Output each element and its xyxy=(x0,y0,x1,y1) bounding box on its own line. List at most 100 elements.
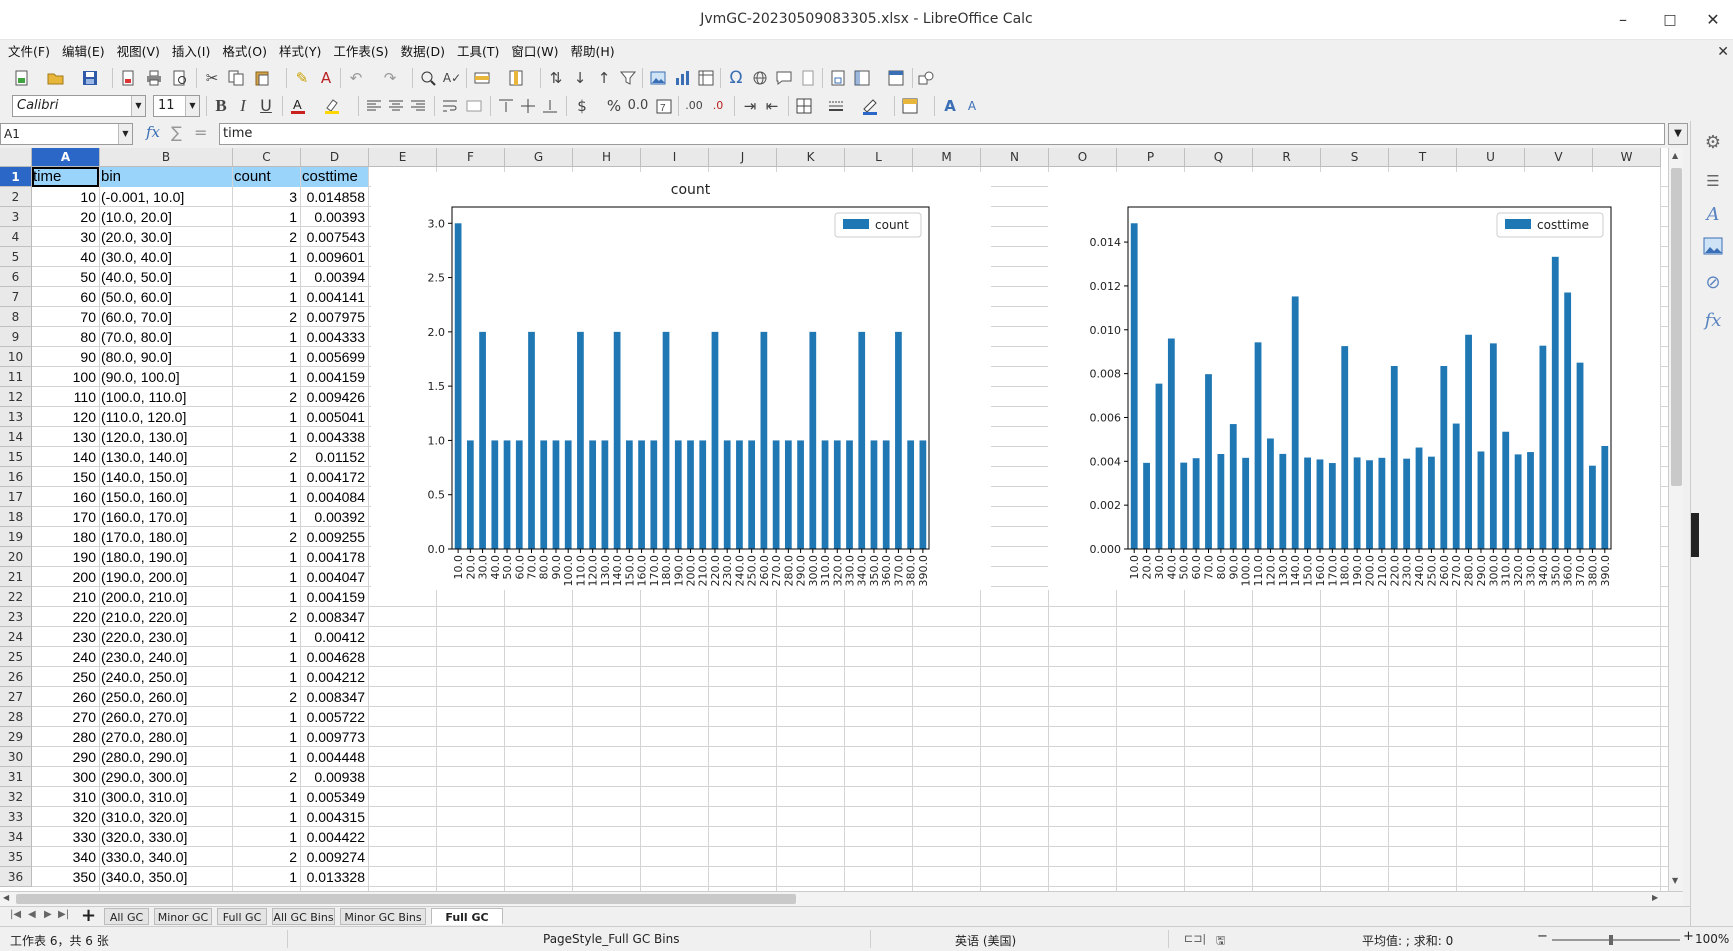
next-sheet-icon[interactable]: ▶ xyxy=(44,909,52,920)
row-header[interactable]: 21 xyxy=(0,567,32,587)
table-cell[interactable]: (300.0, 310.0] xyxy=(100,787,232,807)
table-cell[interactable]: (20.0, 30.0] xyxy=(100,227,232,247)
row-header[interactable]: 13 xyxy=(0,407,32,427)
row-header[interactable]: 5 xyxy=(0,247,32,267)
wrap-text-icon[interactable] xyxy=(440,96,460,116)
table-cell[interactable]: (50.0, 60.0] xyxy=(100,287,232,307)
column-header[interactable]: J xyxy=(709,148,777,167)
column-header[interactable]: P xyxy=(1117,148,1185,167)
column-header[interactable]: B xyxy=(100,148,233,167)
increase-font-icon[interactable]: A xyxy=(940,96,960,116)
sort-icon[interactable]: ⇅ xyxy=(546,68,566,88)
show-draw-functions-icon[interactable] xyxy=(916,68,936,88)
table-cell[interactable]: 1 xyxy=(233,247,300,267)
column-header[interactable]: I xyxy=(641,148,709,167)
hyperlink-icon[interactable] xyxy=(750,68,770,88)
insert-chart-icon[interactable] xyxy=(672,68,692,88)
table-cell[interactable]: (70.0, 80.0] xyxy=(100,327,232,347)
table-cell[interactable]: 0.007543 xyxy=(301,227,368,247)
row-header[interactable]: 23 xyxy=(0,607,32,627)
row-header[interactable]: 8 xyxy=(0,307,32,327)
vertical-scrollbar[interactable]: ▲ ▼ xyxy=(1668,148,1683,891)
zoom-slider-handle[interactable] xyxy=(1609,935,1613,945)
merge-cells-icon[interactable] xyxy=(464,96,484,116)
table-cell[interactable]: 1 xyxy=(233,547,300,567)
table-cell[interactable]: 350 xyxy=(32,867,99,887)
table-cell[interactable]: 1 xyxy=(233,667,300,687)
row-header[interactable]: 11 xyxy=(0,367,32,387)
row-header[interactable]: 18 xyxy=(0,507,32,527)
row-header[interactable]: 35 xyxy=(0,847,32,867)
table-cell[interactable]: 2 xyxy=(233,527,300,547)
table-cell[interactable]: 2 xyxy=(233,607,300,627)
copy-icon[interactable] xyxy=(226,68,246,88)
column-header[interactable]: K xyxy=(777,148,845,167)
center-vertically-icon[interactable] xyxy=(518,96,538,116)
table-cell[interactable]: 180 xyxy=(32,527,99,547)
table-cell[interactable]: 3 xyxy=(233,187,300,207)
delete-decimal-place-icon[interactable]: .0 xyxy=(708,96,728,116)
table-cell[interactable]: 120 xyxy=(32,407,99,427)
row-header[interactable]: 4 xyxy=(0,227,32,247)
border-color-icon[interactable] xyxy=(860,96,880,116)
table-cell[interactable]: 0.004047 xyxy=(301,567,368,587)
table-cell[interactable]: 0.009255 xyxy=(301,527,368,547)
column-header[interactable]: F xyxy=(437,148,505,167)
redo-icon[interactable]: ↷ xyxy=(380,68,400,88)
column-header[interactable]: C xyxy=(233,148,301,167)
prev-sheet-icon[interactable]: ◀ xyxy=(28,909,36,920)
table-cell[interactable]: 0.004448 xyxy=(301,747,368,767)
table-cell[interactable]: (120.0, 130.0] xyxy=(100,427,232,447)
row-header[interactable]: 15 xyxy=(0,447,32,467)
chevron-down-icon[interactable]: ▼ xyxy=(131,96,145,116)
split-window-icon[interactable] xyxy=(886,68,906,88)
row-icon[interactable] xyxy=(472,68,492,88)
table-cell[interactable]: 0.004178 xyxy=(301,547,368,567)
table-cell[interactable]: 80 xyxy=(32,327,99,347)
table-cell[interactable]: 0.007975 xyxy=(301,307,368,327)
table-cell[interactable]: 140 xyxy=(32,447,99,467)
table-cell[interactable]: 0.005041 xyxy=(301,407,368,427)
table-cell[interactable]: 1 xyxy=(233,367,300,387)
row-header[interactable]: 12 xyxy=(0,387,32,407)
tab-minor-gc-bins[interactable]: Minor GC Bins xyxy=(340,908,426,925)
table-cell[interactable]: 20 xyxy=(32,207,99,227)
column-icon[interactable] xyxy=(506,68,526,88)
new-document-icon[interactable] xyxy=(12,68,32,88)
sidebar-styles-icon[interactable]: A xyxy=(1701,203,1725,227)
table-cell[interactable]: 220 xyxy=(32,607,99,627)
function-wizard-icon[interactable]: fx xyxy=(146,123,160,141)
table-cell[interactable]: 0.00393 xyxy=(301,207,368,227)
align-right-icon[interactable] xyxy=(408,96,428,116)
horizontal-scrollbar[interactable]: ◀ ▶ xyxy=(0,891,1683,906)
formula-icon[interactable]: = xyxy=(194,123,207,142)
table-cell[interactable]: 2 xyxy=(233,387,300,407)
column-header[interactable]: L xyxy=(845,148,913,167)
table-cell[interactable]: 200 xyxy=(32,567,99,587)
table-cell[interactable]: 2 xyxy=(233,687,300,707)
tab-minor-gc[interactable]: Minor GC xyxy=(154,908,212,925)
row-header[interactable]: 32 xyxy=(0,787,32,807)
table-cell[interactable]: 0.004084 xyxy=(301,487,368,507)
column-header[interactable]: T xyxy=(1389,148,1457,167)
selection-mode-icon[interactable]: ⊏⊐| xyxy=(1184,932,1206,945)
row-header[interactable]: 7 xyxy=(0,287,32,307)
name-box[interactable]: A1 ▼ xyxy=(0,123,133,145)
currency-format-button[interactable]: $ xyxy=(572,96,592,116)
sidebar-properties-icon[interactable]: ☰ xyxy=(1701,169,1725,193)
borders-icon[interactable] xyxy=(794,96,814,116)
add-sheet-button[interactable]: + xyxy=(81,905,96,926)
table-cell[interactable]: 1 xyxy=(233,407,300,427)
table-cell[interactable]: 10 xyxy=(32,187,99,207)
zoom-slider[interactable] xyxy=(1552,939,1680,941)
column-header[interactable]: V xyxy=(1525,148,1593,167)
table-cell[interactable]: 2 xyxy=(233,307,300,327)
table-cell[interactable]: 1 xyxy=(233,347,300,367)
table-cell[interactable]: (250.0, 260.0] xyxy=(100,687,232,707)
find-replace-icon[interactable] xyxy=(418,68,438,88)
table-cell[interactable]: 0.01152 xyxy=(301,447,368,467)
column-header[interactable]: N xyxy=(981,148,1049,167)
column-header[interactable]: S xyxy=(1321,148,1389,167)
table-cell[interactable]: 0.00394 xyxy=(301,267,368,287)
sort-ascending-icon[interactable]: ↓ xyxy=(570,68,590,88)
